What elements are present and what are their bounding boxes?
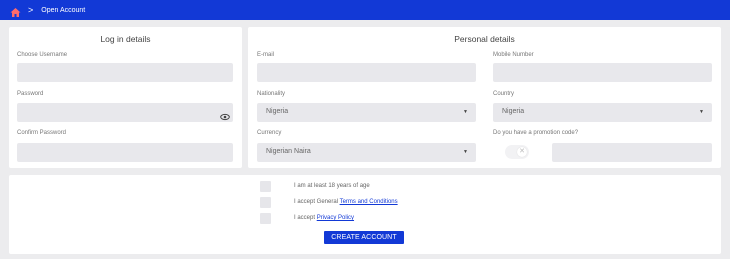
currency-label: Currency: [257, 130, 282, 136]
age-label: I am at least 18 years of age: [294, 183, 370, 189]
privacy-checkbox[interactable]: [260, 213, 271, 224]
create-account-button[interactable]: CREATE ACCOUNT: [324, 231, 404, 244]
email-label: E-mail: [257, 52, 275, 58]
personal-details-title: Personal details: [454, 34, 515, 44]
eye-icon[interactable]: [220, 108, 230, 121]
confirm-password-input[interactable]: [17, 143, 233, 162]
chevron-down-icon: ▼: [699, 109, 704, 115]
username-input[interactable]: [17, 63, 233, 82]
currency-select[interactable]: Nigerian Naira ▼: [257, 143, 476, 162]
password-label: Password: [17, 91, 44, 97]
nationality-select[interactable]: Nigeria ▼: [257, 103, 476, 122]
terms-label: I accept General Terms and Conditions: [294, 199, 398, 205]
terms-link[interactable]: Terms and Conditions: [340, 199, 398, 205]
chevron-down-icon: ▼: [463, 149, 468, 155]
mobile-label: Mobile Number: [493, 52, 534, 58]
home-icon[interactable]: [10, 5, 21, 17]
mobile-input[interactable]: [493, 63, 712, 82]
confirm-password-label: Confirm Password: [17, 130, 67, 136]
promo-code-input[interactable]: [552, 143, 712, 162]
promo-label: Do you have a promotion code?: [493, 130, 579, 136]
currency-value: Nigerian Naira: [266, 148, 311, 155]
password-input[interactable]: [17, 103, 233, 122]
nationality-label: Nationality: [257, 91, 286, 97]
country-value: Nigeria: [502, 108, 525, 115]
terms-checkbox[interactable]: [260, 197, 271, 208]
age-checkbox[interactable]: [260, 181, 271, 192]
breadcrumb-chevron-icon: >: [28, 4, 34, 15]
chevron-down-icon: ▼: [463, 109, 468, 115]
login-details-title: Log in details: [100, 34, 151, 44]
country-select[interactable]: Nigeria ▼: [493, 103, 712, 122]
top-bar: > Open Account: [0, 0, 730, 20]
privacy-link[interactable]: Privacy Policy: [317, 215, 354, 221]
country-label: Country: [493, 91, 515, 97]
breadcrumb-current: Open Account: [41, 6, 86, 14]
close-icon: ✕: [517, 147, 527, 157]
promo-toggle[interactable]: ✕: [505, 145, 529, 159]
email-input[interactable]: [257, 63, 476, 82]
username-label: Choose Username: [17, 52, 68, 58]
nationality-value: Nigeria: [266, 108, 289, 115]
privacy-label: I accept Privacy Policy: [294, 215, 355, 221]
